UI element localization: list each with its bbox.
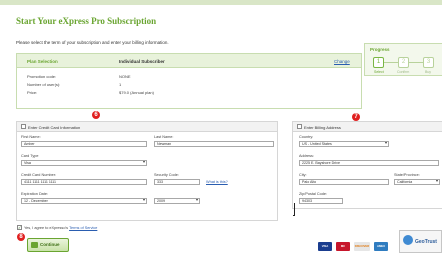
billing-title: Enter Billing Address (304, 125, 341, 130)
city-input[interactable]: Palo Alto (299, 179, 389, 185)
security-code-input[interactable]: 333 (154, 179, 200, 185)
expiration-label: Expiration Date: (21, 192, 49, 196)
address-input[interactable]: 2225 E. Bayshore Drive (299, 160, 439, 166)
step-badge-6: 6 (92, 111, 100, 119)
continue-arrow-icon (31, 242, 38, 248)
continue-button[interactable]: Continue (27, 238, 69, 252)
credit-card-header: Enter Credit Card Information (17, 122, 277, 132)
expiration-year-select[interactable]: 2009 (154, 198, 200, 204)
seal-icon (403, 235, 413, 245)
step-3-icon: 3 (423, 57, 434, 68)
state-select[interactable]: California (394, 179, 440, 185)
security-code-label: Security Code: (154, 173, 179, 177)
intro-text: Please select the term of your subscript… (16, 40, 169, 45)
whats-this-link[interactable]: What is this? (206, 180, 228, 184)
card-type-label: Card Type (21, 154, 39, 158)
card-number-label: Credit Card Number: (21, 173, 57, 177)
last-name-input[interactable]: Newman (154, 141, 274, 147)
card-number-input[interactable]: 4111 1111 1111 1111 (21, 179, 147, 185)
zip-label: Zip/Postal Code: (299, 192, 328, 196)
step-2-icon: 2 (398, 57, 409, 68)
plan-name: Individual Subscriber (119, 59, 165, 64)
amex-logo: AMEX (374, 242, 388, 251)
top-bar (0, 0, 442, 5)
step-1-label: Select (374, 70, 384, 74)
terms-of-service-link[interactable]: Terms of Service (69, 226, 97, 230)
progress-panel: Progress 1 2 3 Select Confirm Buy (364, 43, 442, 76)
page-title: Start Your eXpress Pro Subscription (16, 16, 157, 26)
credit-card-title: Enter Credit Card Information (28, 125, 81, 130)
address-label: Address: (299, 154, 314, 158)
last-name-label: Last Name: (154, 135, 174, 139)
country-select[interactable]: US - United States (299, 141, 389, 147)
step-badge-8: 8 (17, 233, 25, 241)
step-connector (409, 62, 423, 63)
price-label: Price: (27, 90, 38, 95)
expiration-month-select[interactable]: 12 - December (21, 198, 147, 204)
billing-header: Enter Billing Address (293, 122, 442, 132)
change-plan-link[interactable]: Change (334, 59, 350, 64)
step-3-label: Buy (425, 70, 432, 74)
visa-logo: VISA (318, 242, 332, 251)
first-name-label: First Name: (21, 135, 41, 139)
promotion-code-label: Promotion code: (27, 74, 57, 79)
mastercard-logo: MC (336, 242, 350, 251)
state-label: State/Province: (394, 173, 420, 177)
first-name-input[interactable]: Amber (21, 141, 147, 147)
zip-input[interactable]: 94303 (299, 198, 343, 204)
seal-text: GeoTrust (415, 239, 437, 245)
price-value: $79.0 (Annual plan) (119, 90, 154, 95)
billing-address-section: Enter Billing Address Country: US - Unit… (292, 121, 442, 209)
step-2-label: Confirm (397, 70, 410, 74)
terms-text: Yes, I agree to eXpresso's Terms of Serv… (24, 226, 97, 230)
progress-title: Progress (370, 47, 390, 52)
step-connector (384, 62, 398, 63)
credit-card-section: Enter Credit Card Information First Name… (16, 121, 278, 221)
city-label: City: (299, 173, 307, 177)
continue-label: Continue (40, 242, 60, 247)
terms-label: Yes, I agree to eXpresso's (24, 226, 69, 230)
users-value: 1 (119, 82, 122, 87)
card-type-select[interactable]: Visa (21, 160, 147, 166)
promotion-code-value: NONE (119, 74, 131, 79)
step-1-icon: 1 (373, 57, 384, 68)
users-label: Number of user(s): (27, 82, 61, 87)
geotrust-seal[interactable]: GeoTrust (399, 230, 442, 253)
plan-header: Plan Selection Individual Subscriber Cha… (17, 54, 361, 68)
plan-selection-panel: Plan Selection Individual Subscriber Cha… (16, 53, 362, 109)
discover-logo: DISCOVER (354, 242, 370, 251)
credit-card-icon (21, 124, 26, 129)
country-label: Country: (299, 135, 314, 139)
annotation-bracket (293, 203, 295, 216)
terms-checkbox[interactable]: ✓ (17, 225, 22, 230)
step-badge-7: 7 (352, 113, 360, 121)
plan-selection-heading: Plan Selection (27, 59, 58, 64)
address-icon (297, 124, 302, 129)
